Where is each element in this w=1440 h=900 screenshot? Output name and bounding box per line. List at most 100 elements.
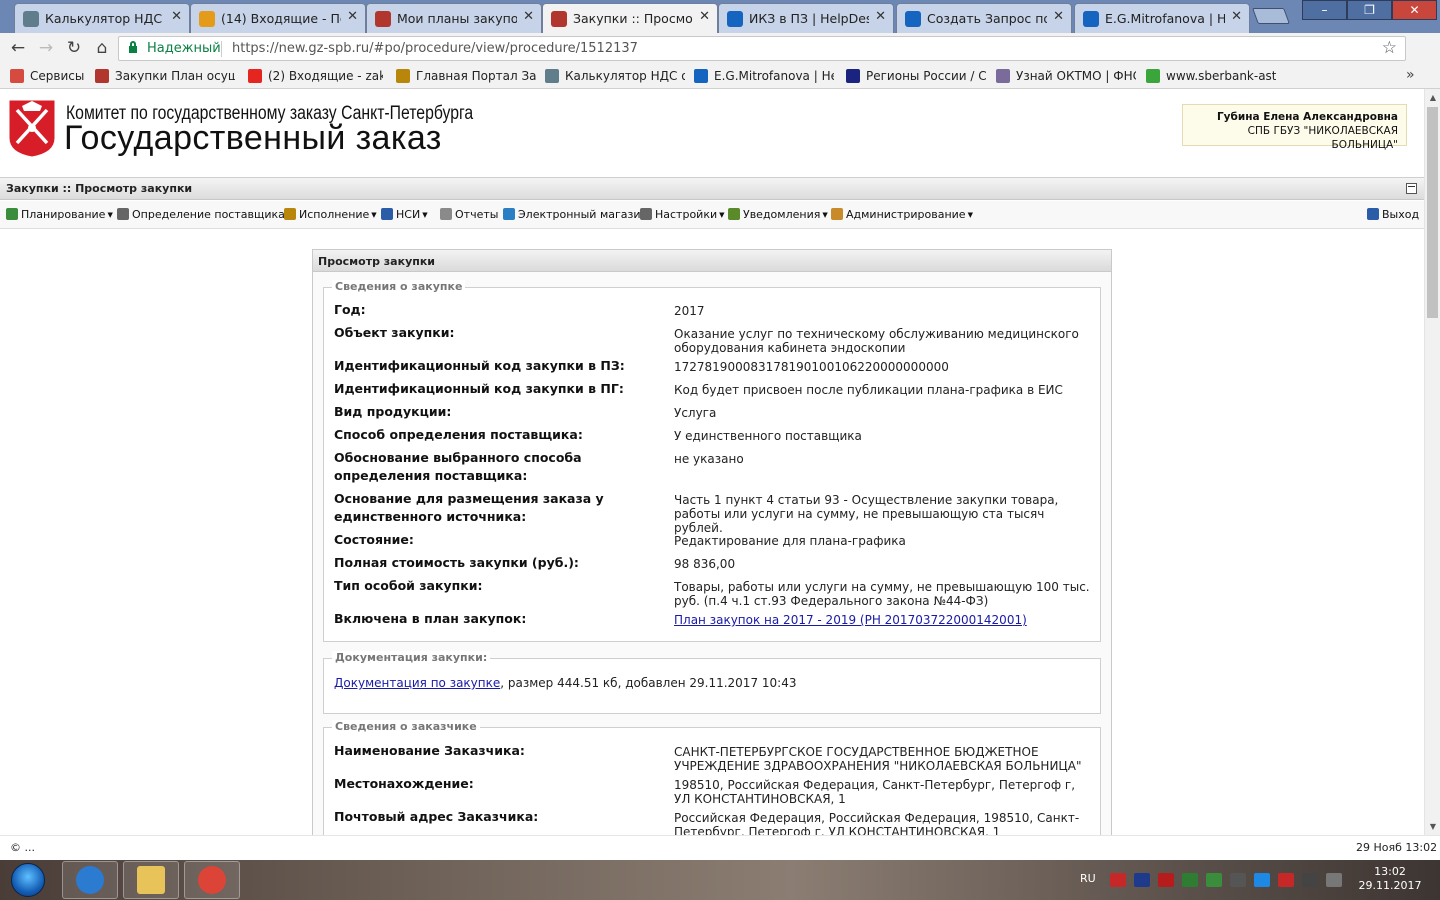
taskbar-app-button[interactable] [123, 861, 179, 899]
book-icon [381, 208, 393, 220]
new-tab-button[interactable] [1252, 8, 1290, 24]
tray-icon[interactable] [1158, 873, 1174, 887]
field-value: САНКТ-ПЕТЕРБУРГСКОЕ ГОСУДАРСТВЕННОЕ БЮДЖ… [674, 745, 1082, 773]
close-tab-icon[interactable]: ✕ [1231, 9, 1242, 24]
collapse-icon[interactable] [1406, 183, 1417, 194]
taskbar-app-button[interactable] [184, 861, 240, 899]
bookmark-item[interactable]: Узнай ОКТМО | ФНС [996, 69, 1136, 83]
tray-icon[interactable] [1278, 873, 1294, 887]
close-tab-icon[interactable]: ✕ [171, 9, 182, 24]
documentation-link[interactable]: Документация по закупке [334, 676, 500, 690]
scroll-down-icon[interactable]: ▼ [1425, 822, 1440, 831]
user-box: Губина Елена Александровна СПБ ГБУЗ "НИК… [1182, 104, 1407, 151]
documentation-section: Документация закупки: Документация по за… [323, 651, 1101, 714]
menu-item[interactable]: Планирование ▼ [6, 208, 113, 221]
user-name: Губина Елена Александровна [1216, 111, 1398, 123]
url-text[interactable]: https://new.gz-spb.ru/#po/procedure/view… [232, 41, 638, 56]
close-tab-icon[interactable]: ✕ [699, 9, 710, 24]
tray-icon[interactable] [1134, 873, 1150, 887]
bookmark-item[interactable]: Главная Портал Заку [396, 69, 536, 83]
tray-icon[interactable] [1302, 873, 1318, 887]
menu-item-label: Определение поставщика [132, 208, 285, 221]
browser-tab-strip: Калькулятор НДС онлайн✕(14) Входящие - П… [0, 0, 1440, 33]
tray-icon[interactable] [1254, 873, 1270, 887]
menu-item[interactable]: Уведомления ▼ [728, 208, 828, 221]
exit-button[interactable]: Выход [1367, 208, 1419, 221]
field-label: Наименование Заказчика: [334, 743, 525, 758]
scroll-thumb[interactable] [1427, 107, 1438, 318]
more-bookmarks-icon[interactable]: » [1406, 67, 1415, 83]
menu-item-label: Отчеты [455, 208, 499, 221]
back-icon[interactable]: ← [6, 36, 30, 60]
language-indicator[interactable]: RU [1080, 872, 1096, 885]
browser-tab[interactable]: Закупки :: Просмотр закупки ✕ [542, 3, 718, 33]
purchase-info-section: Сведения о закупке Год: 2017 Объект закупк… [323, 280, 1101, 642]
close-window-icon[interactable]: ✕ [1392, 0, 1437, 20]
clock-date: 29.11.2017 [1358, 879, 1422, 892]
field-label: Идентификационный код закупки в ПЗ: [334, 358, 625, 373]
bookmark-label: Главная Портал Заку [416, 69, 536, 83]
windows-logo-icon [11, 863, 45, 897]
menu-item[interactable]: Администрирование ▼ [831, 208, 973, 221]
exit-label: Выход [1382, 208, 1420, 221]
close-tab-icon[interactable]: ✕ [523, 9, 534, 24]
vertical-scrollbar[interactable]: ▲ ▼ [1424, 89, 1440, 835]
tab-title: Закупки :: Просмотр закупки [573, 11, 693, 26]
tray-icon[interactable] [1110, 873, 1126, 887]
forward-icon[interactable]: → [34, 36, 58, 60]
close-tab-icon[interactable]: ✕ [1053, 9, 1064, 24]
menu-item[interactable]: Определение поставщика▼ [117, 208, 292, 221]
tab-title: Создать Запрос поддержки [927, 11, 1047, 26]
bookmark-item[interactable]: E.G.Mitrofanova | Hel [694, 69, 834, 83]
tray-icon[interactable] [1326, 873, 1342, 887]
customer-info-legend: Сведения о заказчике [332, 720, 480, 733]
start-button[interactable] [3, 861, 55, 899]
bookmark-item[interactable]: Сервисы [10, 69, 88, 83]
home-icon[interactable]: ⌂ [90, 36, 114, 60]
close-tab-icon[interactable]: ✕ [875, 9, 886, 24]
gears-icon [117, 208, 129, 220]
maximize-window-icon[interactable]: ❐ [1347, 0, 1392, 20]
clock[interactable]: 13:02 29.11.2017 [1352, 865, 1428, 893]
bookmark-star-icon[interactable]: ☆ [1382, 38, 1397, 58]
browser-tab[interactable]: Калькулятор НДС онлайн ✕ [14, 3, 190, 33]
bookmark-item[interactable]: Закупки План осуще [95, 69, 235, 83]
browser-tab[interactable]: Мои планы закупок ✕ [366, 3, 542, 33]
taskbar-app-button[interactable] [62, 861, 118, 899]
field-value: 2017 [674, 304, 705, 318]
menu-item[interactable]: Исполнение ▼ [284, 208, 377, 221]
field-value: Оказание услуг по техническому обслужива… [674, 327, 1079, 355]
menu-item[interactable]: Электронный магазин [503, 208, 648, 221]
field-value: Российская Федерация, Российская Федерац… [674, 811, 1080, 835]
bookmark-item[interactable]: Калькулятор НДС он [545, 69, 685, 83]
minimize-window-icon[interactable]: – [1302, 0, 1347, 20]
bookmark-item[interactable]: www.sberbank-ast.ru [1146, 69, 1276, 83]
menu-item[interactable]: Настройки ▼ [640, 208, 725, 221]
clock-time: 13:02 [1374, 865, 1406, 878]
tab-title: Калькулятор НДС онлайн [45, 11, 165, 26]
bookmark-item[interactable]: (2) Входящие - zakup [248, 69, 383, 83]
reload-icon[interactable]: ↻ [62, 36, 86, 60]
menu-item[interactable]: Отчеты [440, 208, 498, 221]
scroll-up-icon[interactable]: ▲ [1425, 93, 1440, 102]
plan-link[interactable]: План закупок на 2017 - 2019 (РН 20170372… [674, 613, 1094, 627]
tray-icon[interactable] [1230, 873, 1246, 887]
lock-icon [129, 41, 137, 53]
menu-item[interactable]: НСИ ▼ [381, 208, 428, 221]
chrome-icon [198, 866, 226, 894]
close-tab-icon[interactable]: ✕ [347, 9, 358, 24]
customer-info-section: Сведения о заказчике Наименование Заказч… [323, 720, 1101, 835]
browser-tab[interactable]: ИКЗ в ПЗ | HelpDesk ✕ [718, 3, 894, 33]
documentation-line: Документация по закупке, размер 444.51 к… [334, 676, 796, 690]
browser-tab[interactable]: Создать Запрос поддержки ✕ [896, 3, 1072, 33]
status-bar: © ... 29 Нояб 13:02 [0, 835, 1440, 860]
wrench-icon [640, 208, 652, 220]
field-label: Основание для размещения заказа у единст… [334, 491, 604, 524]
address-bar[interactable]: Надежный https://new.gz-spb.ru/#po/proce… [118, 36, 1406, 61]
tray-icon[interactable] [1206, 873, 1222, 887]
tray-icon[interactable] [1182, 873, 1198, 887]
field-label: Почтовый адрес Заказчика: [334, 809, 539, 824]
bookmark-item[interactable]: Регионы России / Са [846, 69, 986, 83]
browser-tab[interactable]: (14) Входящие - Почта ✕ [190, 3, 366, 33]
browser-tab[interactable]: E.G.Mitrofanova | HelpDesk ✕ [1074, 3, 1250, 33]
